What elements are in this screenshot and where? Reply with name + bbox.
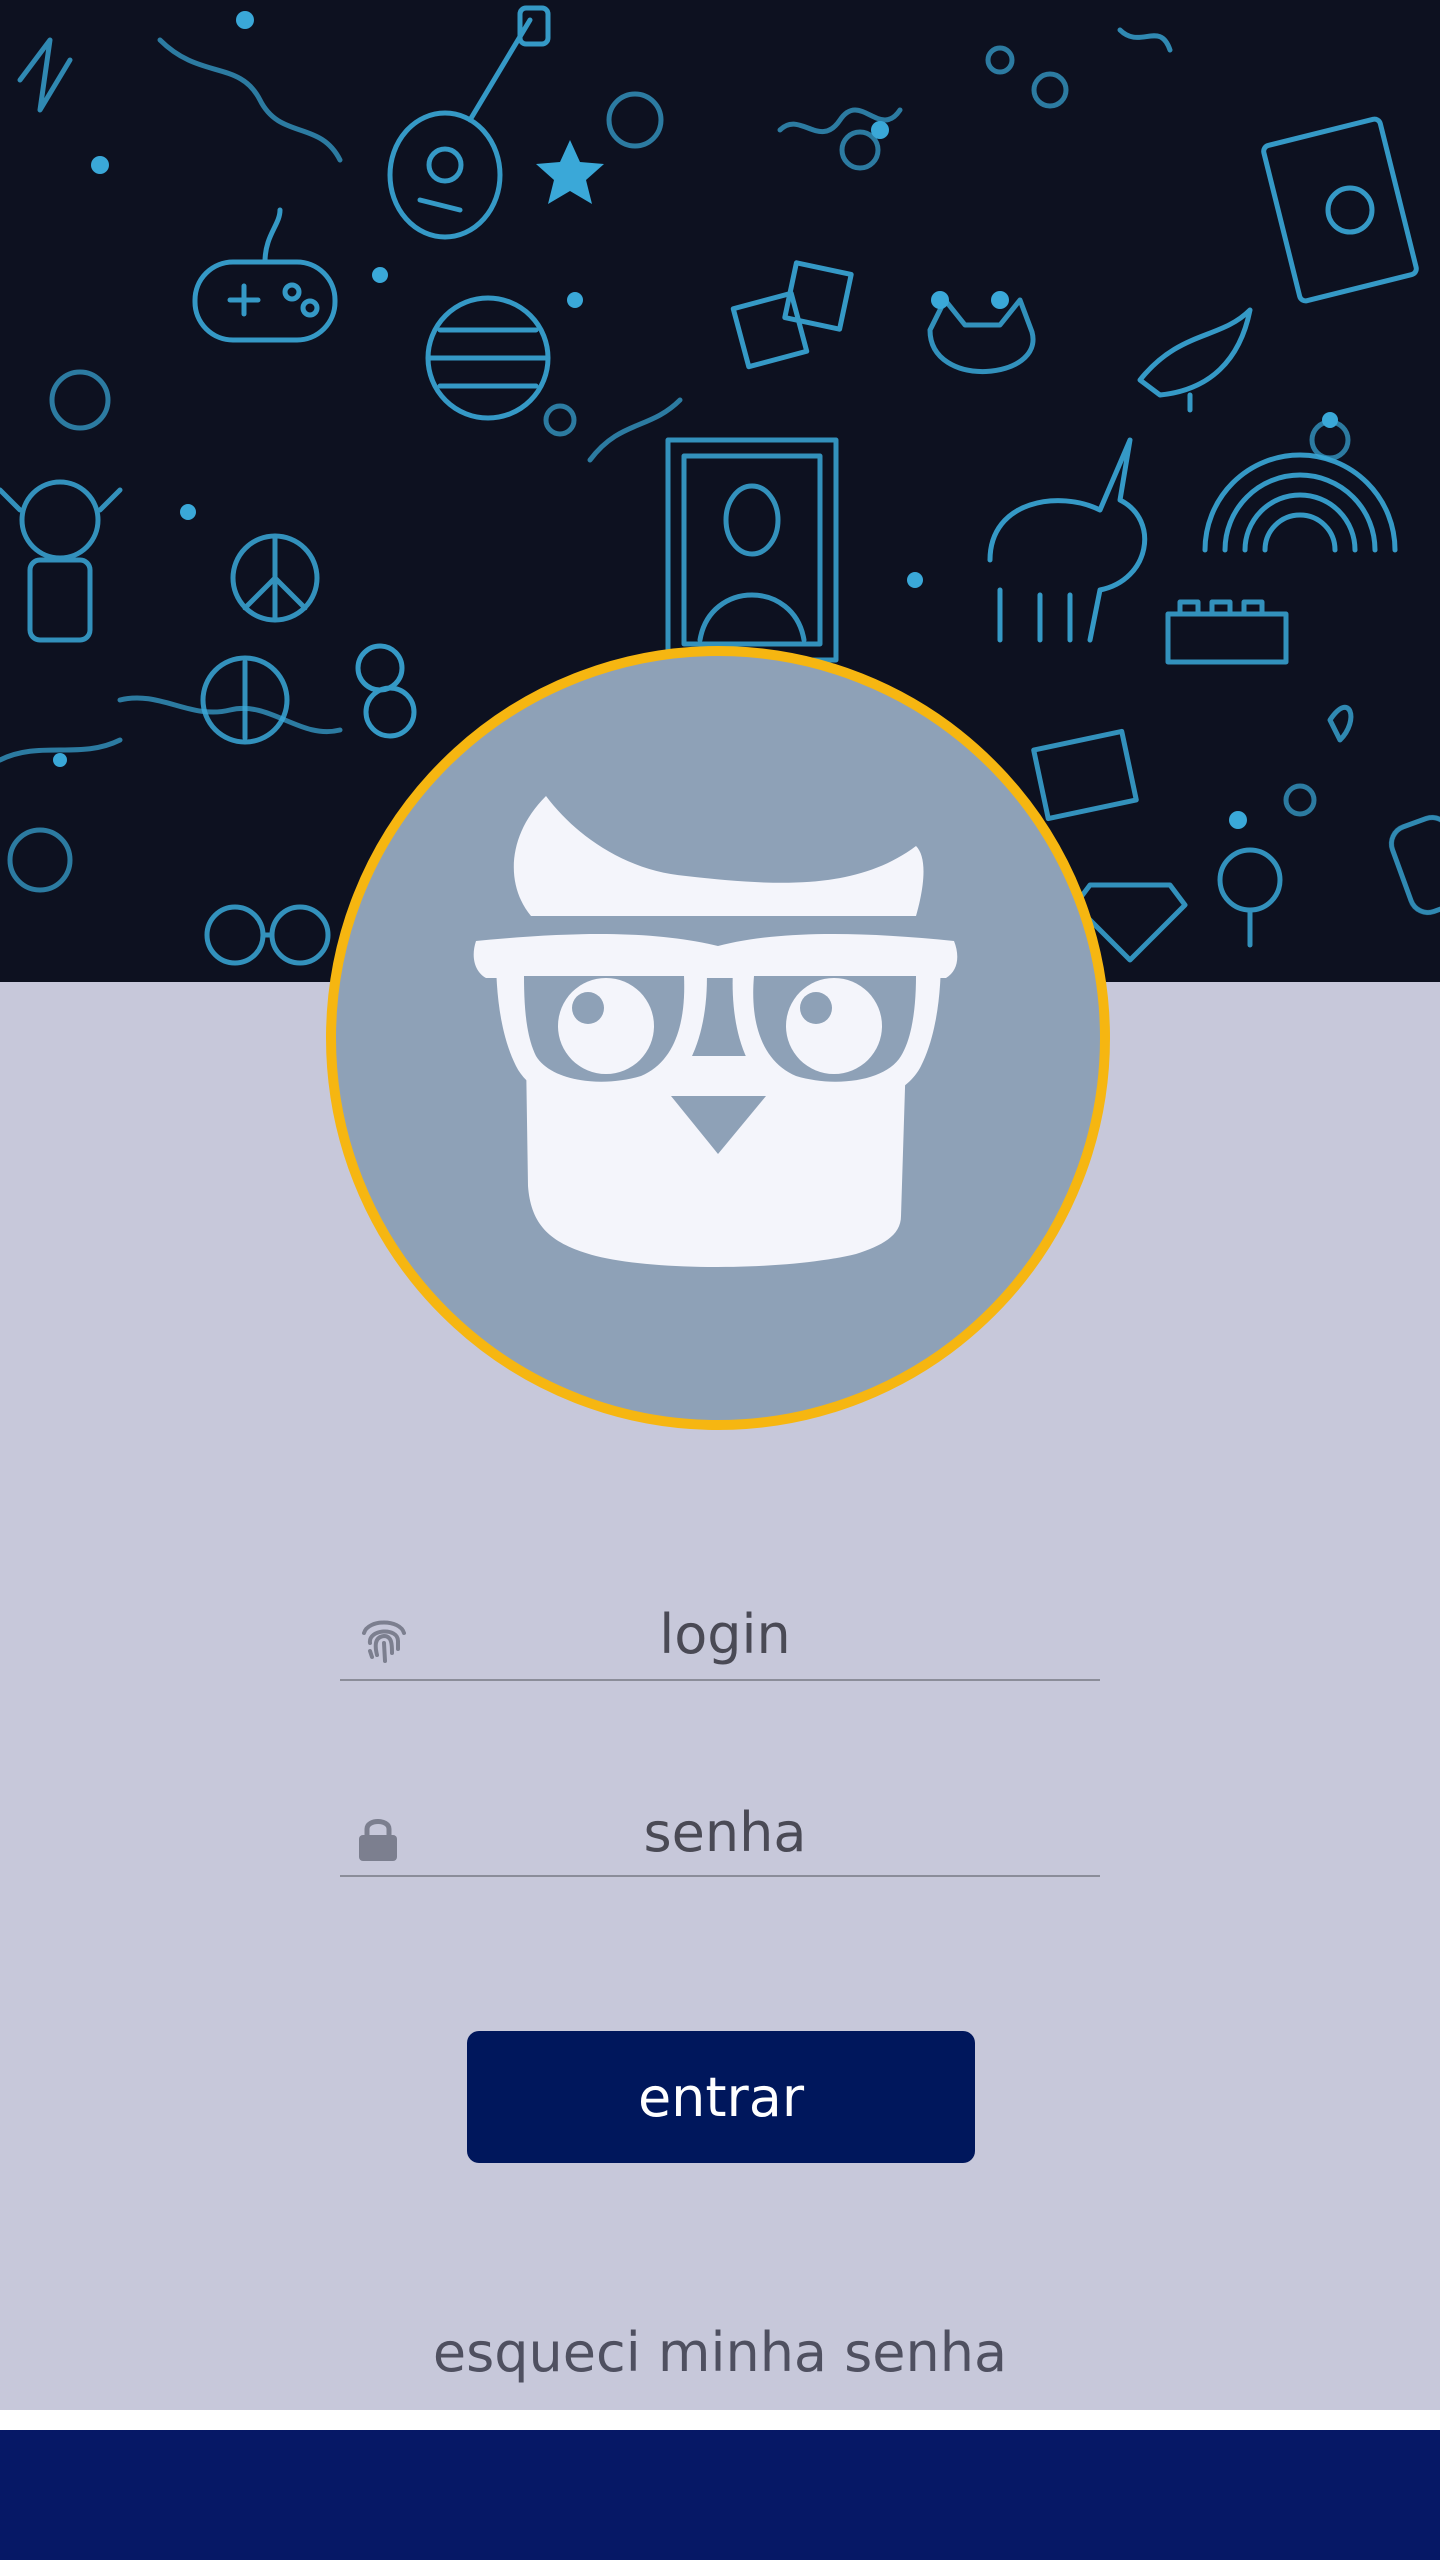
emblem-doodle [200, 655, 290, 745]
forgot-password-link[interactable]: esqueci minha senha [0, 2318, 1440, 2388]
gamepad-doodle [192, 207, 338, 343]
eight-doodle [355, 643, 417, 739]
unicorn-doodle [987, 437, 1148, 643]
cat-doodle [927, 297, 1036, 374]
tree-doodle [1217, 847, 1283, 948]
brick-doodle [1165, 599, 1289, 665]
password-input[interactable] [430, 1795, 1100, 1869]
bird-doodle [1137, 307, 1253, 413]
portrait-frame-doodle [665, 437, 839, 663]
star-doodle [536, 140, 604, 204]
character-doodle [0, 479, 123, 643]
guitar-doodle [387, 5, 551, 240]
login-field [340, 1595, 1100, 1681]
password-field [340, 1795, 1100, 1877]
comic-panel-doodle [1031, 728, 1139, 822]
login-input[interactable] [430, 1595, 1100, 1673]
glasses-doodle [204, 904, 331, 966]
bottom-bar [0, 2430, 1440, 2560]
book-doodle [1261, 116, 1419, 304]
planet-doodle [425, 295, 551, 421]
peace-sign-doodle [230, 533, 320, 623]
rainbow-doodle [1202, 452, 1398, 553]
owl-with-glasses-icon [326, 646, 1110, 1430]
lock-icon [356, 1815, 400, 1867]
fingerprint-icon [356, 1609, 412, 1669]
enter-button[interactable]: entrar [467, 2031, 975, 2163]
dice-doodle [730, 260, 854, 370]
